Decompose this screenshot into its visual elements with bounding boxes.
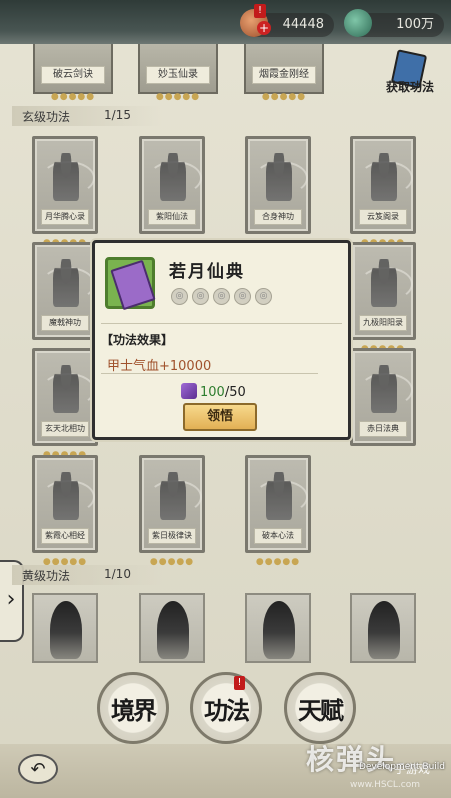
cost-need: /50 xyxy=(224,385,246,400)
technique-card-locked[interactable] xyxy=(139,593,205,663)
effect-heading: 【功法效果】 xyxy=(101,333,174,347)
dev-build-label: Development Build xyxy=(358,762,445,772)
technique-card-locked[interactable] xyxy=(245,593,311,663)
technique-card[interactable]: 紫日极律诀 ●●●●● xyxy=(139,455,205,567)
technique-card[interactable]: 紫阳仙法●●●●● xyxy=(139,136,205,248)
technique-name: 玄天北相功 xyxy=(41,421,89,437)
technique-card[interactable]: 妙玉仙录 ●●●●● xyxy=(138,44,218,102)
cost-have: 100 xyxy=(200,385,225,400)
technique-name: 合身神功 xyxy=(254,209,302,225)
jade-icon[interactable] xyxy=(344,9,372,37)
technique-title: 若月仙典 xyxy=(169,262,245,282)
technique-name: 云笈阁录 xyxy=(359,209,407,225)
technique-name: 魔戟神功 xyxy=(41,315,89,331)
technique-name: 烟霞金刚经 xyxy=(252,66,316,84)
technique-name: 九极阳阳录 xyxy=(359,315,407,331)
star-icon: ◎ xyxy=(171,288,188,305)
technique-card[interactable]: 赤日法典 xyxy=(350,348,416,446)
rating-dots: ●●●●● xyxy=(155,92,201,102)
technique-name: 赤日法典 xyxy=(359,421,407,437)
section-header-xuan: 玄级功法 1/15 xyxy=(12,106,162,126)
purple-gem-icon xyxy=(181,383,197,399)
section-title: 玄级功法 xyxy=(22,110,71,124)
divider xyxy=(101,373,318,374)
acquire-label: 获取功法 xyxy=(385,80,434,94)
nav-label: 功法 xyxy=(204,697,250,725)
star-icon: ◎ xyxy=(192,288,209,305)
technique-card[interactable]: 魔戟神功 xyxy=(32,242,98,340)
back-icon[interactable]: ↶ xyxy=(18,754,58,784)
game-screen: 44448 ! 100万 破云剑诀 ●●●●● 妙玉仙录 ●●●●● 烟霞金刚经… xyxy=(0,0,451,798)
learn-cost: 100/50 xyxy=(181,383,246,400)
section-count: 1/10 xyxy=(104,567,131,581)
book-icon xyxy=(105,257,156,311)
learn-button[interactable]: 领悟 xyxy=(183,403,257,431)
technique-card[interactable]: 九极阳阳录●●●●● xyxy=(350,242,416,354)
technique-alert-badge: ! xyxy=(234,676,245,690)
nav-talent-button[interactable]: 天赋 xyxy=(284,672,356,744)
technique-name: 月华腾心录 xyxy=(41,209,89,225)
technique-card[interactable]: 月华腾心录●●●●● xyxy=(32,136,98,248)
nav-realm-button[interactable]: 境界 xyxy=(97,672,169,744)
star-rating: ◎ ◎ ◎ ◎ ◎ xyxy=(171,283,276,305)
star-icon: ◎ xyxy=(234,288,251,305)
rating-dots: ●●●●● xyxy=(50,92,96,102)
section-header-huang: 黄级功法 1/10 xyxy=(12,565,162,585)
technique-name: 妙玉仙录 xyxy=(146,66,210,84)
technique-card[interactable]: 烟霞金刚经 ●●●●● xyxy=(244,44,324,102)
gem-alert-badge: ! xyxy=(254,4,266,18)
rating-dots: ●●●●● xyxy=(261,92,307,102)
star-icon: ◎ xyxy=(255,288,272,305)
jade-value: 100万 xyxy=(396,17,434,32)
gem-value: 44448 xyxy=(282,17,324,32)
section-title: 黄级功法 xyxy=(22,569,71,583)
effect-value: 甲士气血+10000 xyxy=(107,359,212,374)
technique-card-locked[interactable] xyxy=(350,593,416,663)
rating-dots: ●●●●● xyxy=(255,557,301,567)
technique-card[interactable]: 玄天北相功●●●●● xyxy=(32,348,98,460)
technique-name: 紫阳仙法 xyxy=(148,209,196,225)
watermark-url: www.HSCL.com xyxy=(350,780,420,790)
technique-name: 破本心法 xyxy=(254,528,302,544)
technique-card-locked[interactable] xyxy=(32,593,98,663)
technique-card[interactable]: 紫霞心相经 ●●●●● xyxy=(32,455,98,567)
watermark: 核弹头 xyxy=(306,743,397,776)
technique-name: 紫日极律诀 xyxy=(148,528,196,544)
nav-technique-button[interactable]: 功法 xyxy=(190,672,262,744)
nav-label: 境界 xyxy=(111,697,157,725)
technique-card[interactable]: 破本心法 ●●●●● xyxy=(245,455,311,567)
technique-detail-popup: 若月仙典 ◎ ◎ ◎ ◎ ◎ 【功法效果】 甲士气血+10000 100/50 领悟 xyxy=(92,240,351,440)
technique-card[interactable]: 破云剑诀 ●●●●● xyxy=(33,44,113,102)
technique-name: 紫霞心相经 xyxy=(41,528,89,544)
nav-label: 天赋 xyxy=(298,697,344,725)
star-icon: ◎ xyxy=(213,288,230,305)
divider xyxy=(101,323,342,324)
section-count: 1/15 xyxy=(104,108,131,122)
technique-card[interactable]: 云笈阁录●●●●● xyxy=(350,136,416,248)
acquire-technique-button[interactable]: 获取功法 xyxy=(376,49,444,98)
technique-card[interactable]: 合身神功●●●●● xyxy=(245,136,311,248)
technique-name: 破云剑诀 xyxy=(41,66,105,84)
